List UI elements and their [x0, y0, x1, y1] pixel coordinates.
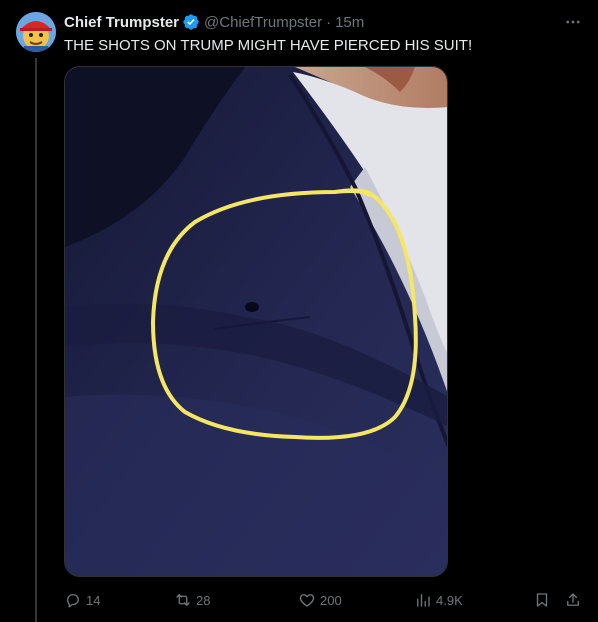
repost-button[interactable]: 28 [174, 590, 210, 610]
display-name[interactable]: Chief Trumpster [64, 14, 179, 31]
avatar-image [16, 12, 56, 52]
suit-photo [65, 67, 447, 576]
separator-dot: · [326, 13, 332, 31]
share-icon [567, 593, 579, 606]
tweet-image[interactable] [64, 66, 448, 577]
like-count: 200 [320, 592, 342, 608]
views-button[interactable]: 4.9K [414, 590, 463, 610]
share-button[interactable] [564, 590, 582, 610]
more-options-icon[interactable] [562, 12, 584, 32]
reply-button[interactable]: 14 [64, 590, 100, 610]
view-count: 4.9K [436, 592, 463, 608]
like-button[interactable]: 200 [298, 590, 342, 610]
repost-icon [176, 594, 190, 606]
reply-icon [67, 594, 79, 608]
avatar[interactable] [16, 12, 56, 52]
action-bar: 14 28 200 4.9K [64, 590, 586, 610]
thread-line [35, 58, 37, 622]
heart-icon [299, 594, 315, 607]
handle[interactable]: @ChiefTrumpster [204, 14, 322, 31]
tweet-text: THE SHOTS ON TRUMP MIGHT HAVE PIERCED HI… [64, 37, 473, 54]
repost-count: 28 [196, 592, 211, 608]
timestamp[interactable]: 15m [335, 14, 364, 31]
verified-badge-icon[interactable] [182, 13, 200, 31]
reply-count: 14 [86, 592, 101, 608]
bookmark-button[interactable] [533, 590, 551, 610]
bookmark-icon [536, 593, 548, 607]
tweet-header: Chief Trumpster @ChiefTrumpster · 15m [64, 12, 586, 32]
views-icon [417, 594, 430, 607]
